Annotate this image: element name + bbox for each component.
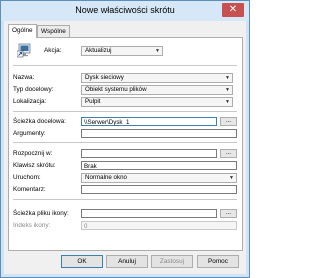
target-path-input[interactable]: \\Serwer\Dysk_1 — [81, 117, 217, 126]
separator — [13, 142, 237, 143]
icon-index-input: 0 — [81, 221, 237, 230]
run-value: Normalne okno — [85, 174, 127, 181]
chevron-down-icon: ▼ — [155, 48, 160, 54]
icon-path-input[interactable] — [81, 209, 217, 218]
separator — [13, 111, 237, 112]
location-select[interactable]: Pulpit ▼ — [81, 97, 233, 107]
run-label: Uruchom: — [13, 174, 41, 181]
arguments-input[interactable] — [81, 129, 237, 138]
comment-label: Komentarz: — [13, 186, 46, 193]
icon-path-browse-button[interactable]: ... — [220, 209, 237, 218]
action-select[interactable]: Aktualizuj ▼ — [81, 46, 163, 56]
location-label: Lokalizacja: — [13, 98, 47, 105]
properties-dialog: Nowe właściwości skrótu ✕ Ogólne Wspólne… — [0, 0, 250, 278]
chevron-down-icon: ▼ — [225, 87, 230, 93]
window-title: Nowe właściwości skrótu — [75, 5, 175, 15]
apply-button[interactable]: Zastosuj — [151, 255, 193, 268]
target-path-label: Ścieżka docelowa: — [13, 118, 66, 125]
name-label: Nazwa: — [13, 74, 35, 81]
action-label: Akcja: — [44, 47, 62, 54]
target-type-value: Obiekt systemu plików — [85, 86, 147, 93]
ok-button[interactable]: OK — [61, 255, 103, 268]
shortcut-key-label: Klawisz skrótu: — [13, 162, 56, 169]
shortcut-icon — [17, 43, 31, 58]
name-value: Dysk sieciowy — [85, 74, 124, 81]
start-in-browse-button[interactable]: ... — [220, 149, 237, 158]
location-value: Pulpit — [85, 98, 101, 105]
cancel-button[interactable]: Anuluj — [106, 255, 148, 268]
chevron-down-icon: ▼ — [229, 175, 234, 181]
start-in-label: Rozpocznij w: — [13, 150, 53, 157]
tab-general[interactable]: Ogólne — [8, 24, 37, 38]
general-tab-panel: Akcja: Aktualizuj ▼ Nazwa: Dysk sieciowy… — [8, 37, 243, 251]
tab-common[interactable]: Wspólne — [37, 25, 70, 37]
dialog-client-area: Ogólne Wspólne Akcja: Aktualizuj ▼ Nazwa… — [4, 21, 246, 274]
start-in-input[interactable] — [81, 149, 217, 158]
close-button[interactable]: ✕ — [222, 3, 244, 17]
help-button[interactable]: Pomoc — [197, 255, 239, 268]
separator — [13, 65, 237, 66]
run-select[interactable]: Normalne okno ▼ — [81, 173, 237, 183]
chevron-down-icon: ▼ — [225, 75, 230, 81]
arguments-label: Argumenty: — [13, 130, 46, 137]
chevron-down-icon: ▼ — [225, 99, 230, 105]
action-value: Aktualizuj — [85, 47, 112, 54]
name-combo[interactable]: Dysk sieciowy ▼ — [81, 73, 233, 83]
target-type-select[interactable]: Obiekt systemu plików ▼ — [81, 85, 233, 95]
target-path-browse-button[interactable]: ... — [220, 117, 237, 126]
comment-input[interactable] — [81, 185, 237, 194]
shortcut-key-input[interactable]: Brak — [81, 161, 237, 170]
separator — [13, 199, 237, 200]
icon-index-label: Indeks ikony: — [13, 222, 51, 229]
target-type-label: Typ docelowy: — [13, 86, 54, 93]
icon-path-label: Ścieżka pliku ikony: — [13, 210, 69, 217]
title-bar: Nowe właściwości skrótu ✕ — [1, 1, 249, 21]
